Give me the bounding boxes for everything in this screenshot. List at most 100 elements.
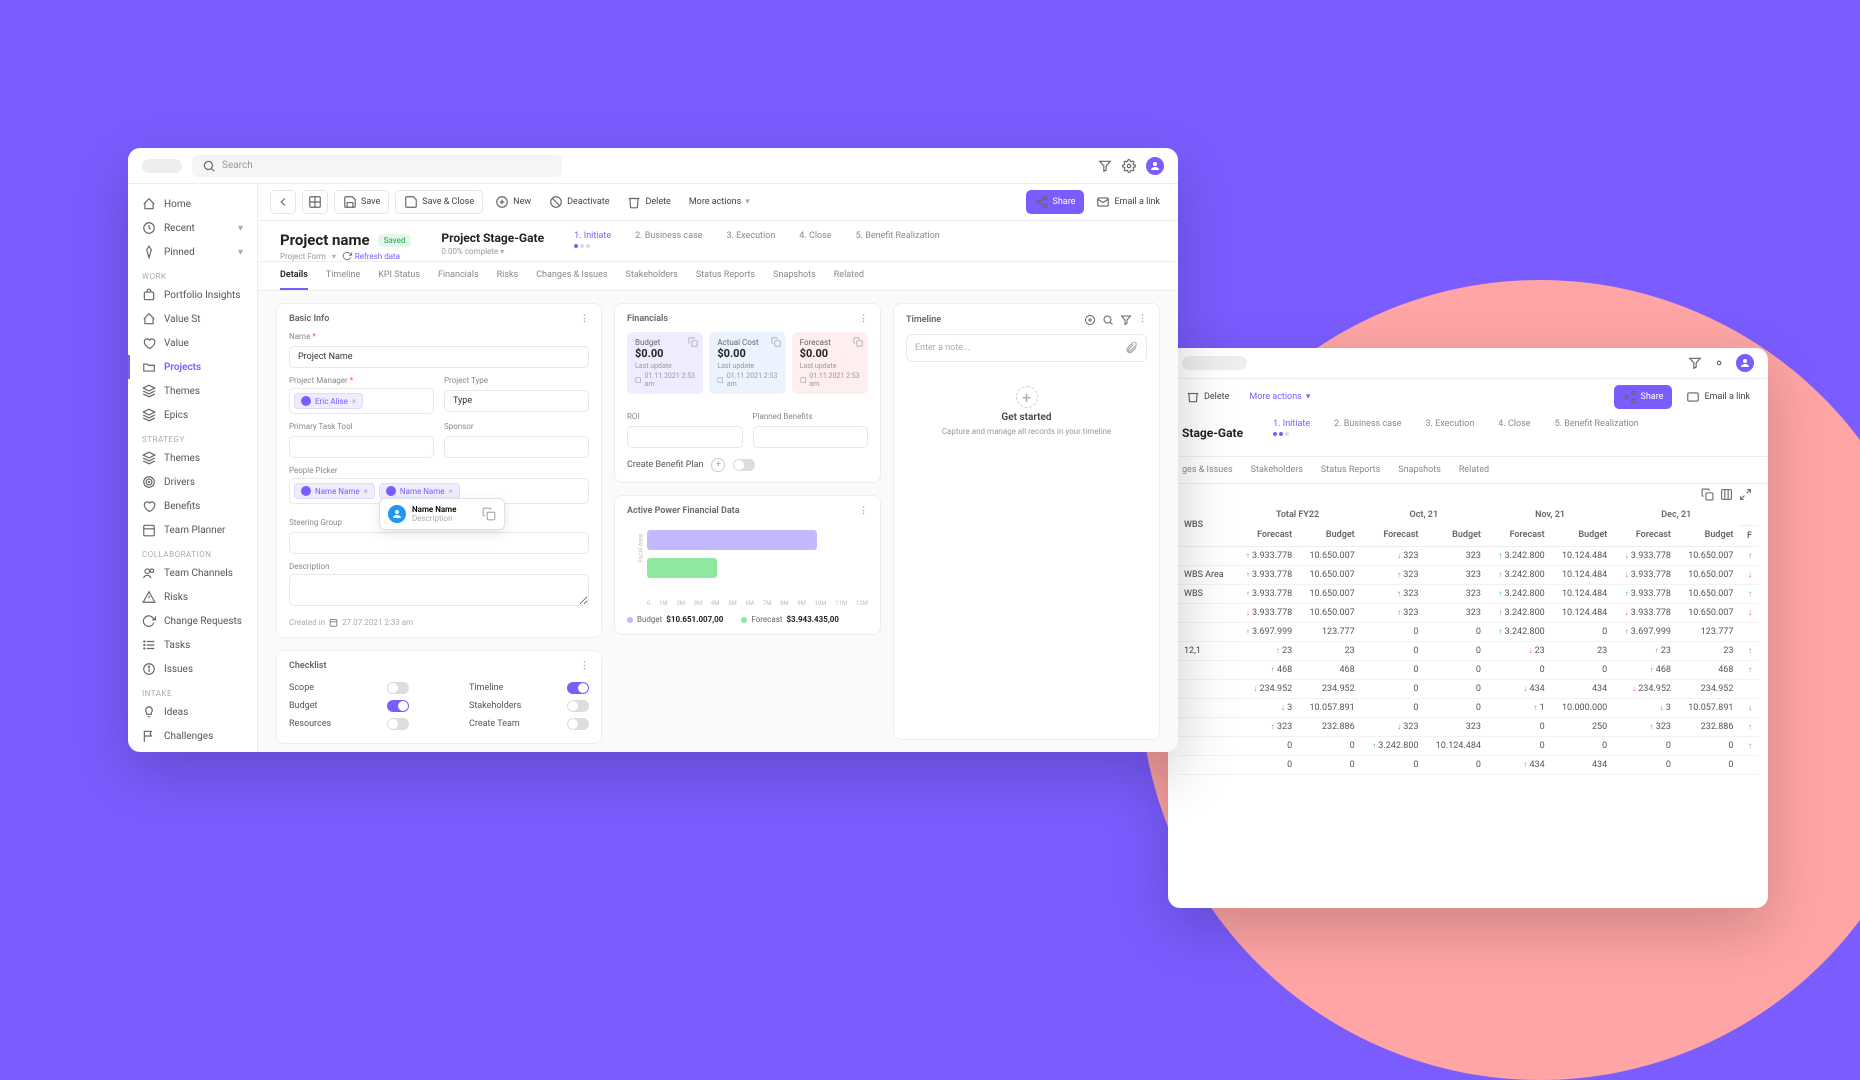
note-input[interactable]: Enter a note... <box>906 334 1147 362</box>
nav-pinned[interactable]: Pinned▾ <box>128 240 257 264</box>
overflow-icon[interactable]: ⋮ <box>859 506 868 516</box>
table-row[interactable]: ↑ 323232.886↓ 3233230250↑ 323232.886↑ <box>1178 717 1758 736</box>
nav-recent[interactable]: Recent▾ <box>128 216 257 240</box>
tab[interactable]: Snapshots <box>1398 457 1441 483</box>
tab[interactable]: Status Reports <box>1321 457 1380 483</box>
toggle-timeline[interactable] <box>567 682 589 694</box>
tab[interactable]: Related <box>1459 457 1489 483</box>
table-row[interactable]: ↓ 310.057.89100↑ 110.000.000↓ 310.057.89… <box>1178 698 1758 717</box>
filter-icon[interactable] <box>1120 314 1132 326</box>
table-row[interactable]: ↓ 3.933.77810.650.007↑ 323323↑ 3.242.800… <box>1178 603 1758 622</box>
stage-1[interactable]: 1. Initiate <box>574 231 611 261</box>
nav-challenges[interactable]: Challenges <box>128 724 257 748</box>
nav-projects[interactable]: Projects <box>128 355 257 379</box>
nav-value[interactable]: Value <box>128 331 257 355</box>
tab-snapshots[interactable]: Snapshots <box>773 262 816 290</box>
delete-button[interactable]: Delete <box>1180 386 1235 408</box>
table-row[interactable]: 00↑ 3.242.80010.124.4840000↑ <box>1178 736 1758 755</box>
copy-icon[interactable] <box>771 337 781 347</box>
new-button[interactable]: New <box>489 191 537 213</box>
tab-status-reports[interactable]: Status Reports <box>696 262 755 290</box>
table-row[interactable]: 12,1↑ 232300↓ 2323↑ 2323↑ <box>1178 641 1758 660</box>
nav-home[interactable]: Home <box>128 192 257 216</box>
paperclip-icon[interactable] <box>1124 341 1138 355</box>
plus-icon[interactable]: + <box>1016 386 1038 408</box>
nav-epics[interactable]: Epics <box>128 403 257 427</box>
filter-icon[interactable] <box>1098 159 1112 173</box>
table-row[interactable]: WBS↑ 3.933.77810.650.007↑ 323323↑ 3.242.… <box>1178 584 1758 603</box>
save-close-button[interactable]: Save & Close <box>395 190 483 214</box>
task-tool-input[interactable] <box>289 436 434 458</box>
avatar[interactable] <box>1736 354 1754 372</box>
table-row[interactable]: ↑ 3.933.77810.650.007↓ 323323↑ 3.242.800… <box>1178 546 1758 565</box>
share-button[interactable]: Share <box>1026 190 1085 214</box>
share-button[interactable]: Share <box>1614 385 1673 409</box>
plus-circle-icon[interactable] <box>1084 314 1096 326</box>
email-link-button[interactable]: Email a link <box>1680 386 1756 408</box>
nav-value-st[interactable]: Value St <box>128 307 257 331</box>
avatar[interactable] <box>1146 157 1164 175</box>
tab[interactable]: Stakeholders <box>1251 457 1303 483</box>
expand-icon[interactable] <box>1739 488 1752 501</box>
overflow-icon[interactable]: ⋮ <box>580 661 589 671</box>
save-button[interactable]: Save <box>334 190 389 214</box>
back-button[interactable] <box>270 190 296 214</box>
copy-icon[interactable] <box>688 337 698 347</box>
table-row[interactable]: ↑ 4684680000↑ 468468↑ <box>1178 660 1758 679</box>
name-input[interactable] <box>289 346 589 368</box>
nav-drivers[interactable]: Drivers <box>128 470 257 494</box>
search-input[interactable]: Search <box>192 155 562 177</box>
nav-themes[interactable]: Themes <box>128 379 257 403</box>
more-actions[interactable]: More actions ▾ <box>683 193 756 211</box>
tab-financials[interactable]: Financials <box>438 262 479 290</box>
refresh-data[interactable]: Refresh data <box>342 251 400 261</box>
nav-tasks[interactable]: Tasks <box>128 633 257 657</box>
table-row[interactable]: ↑ 3.697.999123.77700↑ 3.242.8000↑ 3.697.… <box>1178 622 1758 641</box>
tab[interactable]: ges & Issues <box>1182 457 1233 483</box>
toggle-resources[interactable] <box>387 718 409 730</box>
nav-ideas[interactable]: Ideas <box>128 700 257 724</box>
nav-risks[interactable]: Risks <box>128 585 257 609</box>
stage-3[interactable]: 3. Execution <box>1425 419 1474 446</box>
stage-5[interactable]: 5. Benefit Realization <box>856 231 940 261</box>
sponsor-input[interactable] <box>444 436 589 458</box>
tab-timeline[interactable]: Timeline <box>326 262 360 290</box>
nav-issues[interactable]: Issues <box>128 657 257 681</box>
nav-team-channels[interactable]: Team Channels <box>128 561 257 585</box>
overflow-icon[interactable]: ⋮ <box>1138 314 1147 326</box>
grid-button[interactable] <box>302 190 328 214</box>
filter-icon[interactable] <box>1688 356 1702 370</box>
columns-icon[interactable] <box>1720 488 1733 501</box>
benefit-toggle[interactable] <box>733 459 755 471</box>
stage-5[interactable]: 5. Benefit Realization <box>1555 419 1639 446</box>
tab-stakeholders[interactable]: Stakeholders <box>626 262 678 290</box>
stage-4[interactable]: 4. Close <box>1498 419 1530 446</box>
toggle-stakeholders[interactable] <box>567 700 589 712</box>
copy-icon[interactable] <box>853 337 863 347</box>
nav-team-planner[interactable]: Team Planner <box>128 518 257 542</box>
description-input[interactable] <box>289 574 589 606</box>
nav-change-requests[interactable]: Change Requests <box>128 609 257 633</box>
tab-related[interactable]: Related <box>834 262 864 290</box>
gear-icon[interactable] <box>1122 159 1136 173</box>
people-suggestion[interactable]: Name NameDescription <box>379 498 505 530</box>
table-row[interactable]: WBS Area↑ 3.933.77810.650.007↑ 323323↑ 3… <box>1178 565 1758 584</box>
gear-icon[interactable] <box>1712 356 1726 370</box>
toggle-scope[interactable] <box>387 682 409 694</box>
tab-details[interactable]: Details <box>280 262 308 290</box>
stage-2[interactable]: 2. Business case <box>635 231 702 261</box>
stage-2[interactable]: 2. Business case <box>1334 419 1401 446</box>
stage-3[interactable]: 3. Execution <box>726 231 775 261</box>
stage-4[interactable]: 4. Close <box>799 231 831 261</box>
nav-benefits[interactable]: Benefits <box>128 494 257 518</box>
roi-input[interactable] <box>627 426 743 448</box>
table-row[interactable]: 0000↑ 43443400 <box>1178 755 1758 774</box>
create-benefit-plan[interactable]: Create Benefit Plan+ <box>627 458 868 472</box>
copy-icon[interactable] <box>482 507 496 521</box>
steering-input[interactable] <box>289 532 589 554</box>
tab-risks[interactable]: Risks <box>497 262 519 290</box>
delete-button[interactable]: Delete <box>621 191 676 213</box>
tab-kpi-status[interactable]: KPI Status <box>378 262 420 290</box>
overflow-icon[interactable]: ⋮ <box>859 314 868 324</box>
deactivate-button[interactable]: Deactivate <box>543 191 615 213</box>
